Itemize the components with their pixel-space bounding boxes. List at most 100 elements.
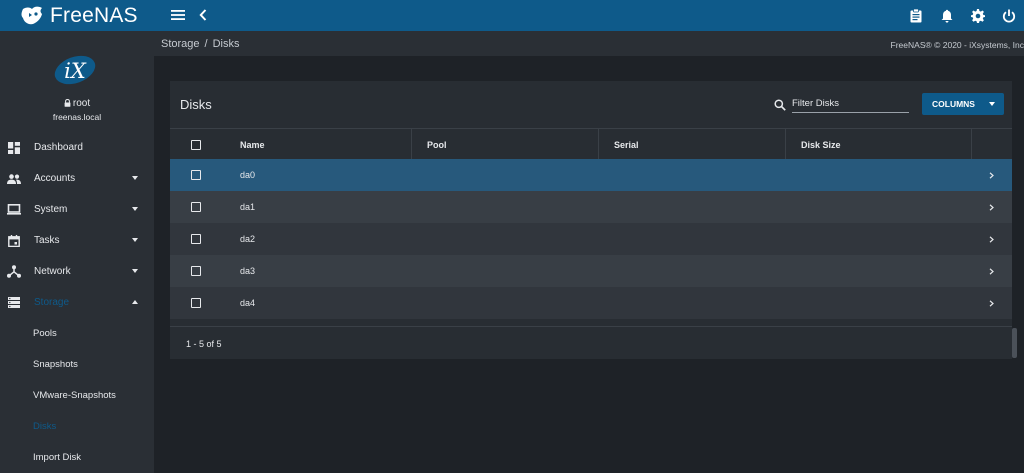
breadcrumb-current: Disks (212, 38, 240, 50)
chevron-right-icon[interactable] (989, 191, 994, 223)
disks-table: Name Pool Serial Disk Size da0 da1 da2 d… (170, 128, 1012, 319)
power-icon[interactable] (993, 0, 1024, 31)
sidebar-item-label: Tasks (34, 235, 60, 246)
disk-name: da3 (240, 266, 256, 276)
laptop-icon (7, 203, 21, 217)
chevron-down-icon (132, 238, 138, 242)
column-divider[interactable] (411, 129, 412, 160)
sidebar-subitem-pools[interactable]: Pools (0, 318, 154, 349)
table-row[interactable]: da0 (170, 159, 1012, 191)
scrollbar-thumb[interactable] (1012, 328, 1017, 358)
ix-logo-text: iX (64, 59, 87, 83)
calendar-icon (7, 234, 21, 248)
table-row[interactable]: da3 (170, 255, 1012, 287)
table-header: Name Pool Serial Disk Size (170, 128, 1012, 160)
row-checkbox-cell (191, 255, 201, 287)
row-checkbox-cell (191, 223, 201, 255)
copyright: FreeNAS® © 2020 - iXsystems, Inc (890, 40, 1024, 50)
sidebar-subitem-vmware-snapshots[interactable]: VMware-Snapshots (0, 380, 154, 411)
row-checkbox[interactable] (191, 202, 201, 212)
breadcrumb-storage[interactable]: Storage (161, 38, 200, 50)
column-header-disk-size[interactable]: Disk Size (801, 129, 841, 160)
select-all-checkbox-cell (191, 129, 201, 160)
column-header-name[interactable]: Name (240, 129, 265, 160)
search-icon (774, 98, 786, 111)
freenas-logo-icon (21, 6, 42, 24)
table-row[interactable]: da1 (170, 191, 1012, 223)
sidebar-item-label: Network (34, 266, 71, 277)
bell-icon[interactable] (931, 0, 962, 31)
pager-range: 1 - 5 of 5 (186, 339, 222, 349)
table-pager: 1 - 5 of 5 (170, 326, 1012, 359)
table-row[interactable]: da2 (170, 223, 1012, 255)
column-header-serial[interactable]: Serial (614, 129, 639, 160)
sidebar-subitem-disks[interactable]: Disks (0, 411, 154, 442)
row-checkbox[interactable] (191, 170, 201, 180)
select-all-checkbox[interactable] (191, 139, 201, 150)
card-title: Disks (180, 97, 212, 112)
sidebar-subitem-snapshots[interactable]: Snapshots (0, 349, 154, 380)
sidebar-subitem-import-disk[interactable]: Import Disk (0, 442, 154, 473)
breadcrumb-separator: / (204, 38, 208, 50)
row-checkbox[interactable] (191, 298, 201, 308)
user-name-text: root (72, 98, 91, 109)
chevron-right-icon[interactable] (989, 255, 994, 287)
row-checkbox[interactable] (191, 234, 201, 244)
chevron-up-icon (132, 300, 138, 304)
ixsystems-logo: iX (52, 53, 98, 99)
gear-icon[interactable] (962, 0, 993, 31)
breadcrumb-bar: Storage / Disks FreeNAS® © 2020 - iXsystem… (154, 31, 1024, 56)
disk-name: da4 (240, 298, 256, 308)
chevron-right-icon[interactable] (989, 159, 994, 191)
sidebar-item-dashboard[interactable]: Dashboard (0, 132, 154, 163)
network-icon (7, 265, 21, 279)
disk-name: da0 (240, 170, 256, 180)
chevron-down-icon (132, 269, 138, 273)
sidebar-item-tasks[interactable]: Tasks (0, 225, 154, 256)
sidebar-item-label: Storage (34, 297, 70, 308)
sidebar-item-accounts[interactable]: Accounts (0, 163, 154, 194)
menu-icon[interactable] (171, 8, 185, 22)
chevron-right-icon[interactable] (989, 223, 994, 255)
dashboard-icon (7, 141, 21, 155)
brand-name: FreeNAS (50, 3, 138, 27)
lock-icon (64, 98, 71, 107)
people-icon (7, 172, 21, 186)
sidebar-item-label: Accounts (34, 173, 76, 184)
chevron-left-icon[interactable] (198, 7, 208, 23)
chevron-down-icon (132, 207, 138, 211)
sidebar-item-network[interactable]: Network (0, 256, 154, 287)
column-divider[interactable] (785, 129, 786, 160)
table-row[interactable]: da4 (170, 287, 1012, 319)
chevron-down-icon (132, 176, 138, 180)
sidebar-item-label: System (34, 204, 68, 215)
disk-name: da1 (240, 202, 256, 212)
topbar-actions (900, 0, 1024, 31)
sidebar-item-system[interactable]: System (0, 194, 154, 225)
brand-logo[interactable]: FreeNAS (0, 0, 154, 31)
row-checkbox-cell (191, 159, 201, 191)
disk-name: da2 (240, 234, 256, 244)
column-divider[interactable] (598, 129, 599, 160)
breadcrumb: Storage / Disks (161, 38, 239, 50)
top-bar: FreeNAS (0, 0, 1024, 31)
chevron-right-icon[interactable] (989, 287, 994, 319)
row-checkbox[interactable] (191, 266, 201, 276)
row-checkbox-cell (191, 287, 201, 319)
clipboard-icon[interactable] (900, 0, 931, 31)
column-divider[interactable] (971, 129, 972, 160)
disks-card: Disks COLUMNS Name Pool Serial Disk Size (170, 81, 1012, 359)
sidebar: iX root freenas.local Dashboard Accounts… (0, 31, 154, 473)
main-content: Disks COLUMNS Name Pool Serial Disk Size (154, 56, 1024, 473)
sidebar-item-storage[interactable]: Storage (0, 287, 154, 318)
sidebar-item-label: Dashboard (34, 142, 83, 153)
row-checkbox-cell (191, 191, 201, 223)
columns-button[interactable]: COLUMNS (922, 93, 1004, 115)
filter-disks-input[interactable] (792, 95, 909, 113)
storage-icon (7, 296, 21, 310)
columns-button-label: COLUMNS (932, 99, 975, 109)
user-name: root (0, 98, 154, 109)
chevron-down-icon (989, 102, 995, 106)
user-host: freenas.local (52, 112, 102, 122)
column-header-pool[interactable]: Pool (427, 129, 447, 160)
